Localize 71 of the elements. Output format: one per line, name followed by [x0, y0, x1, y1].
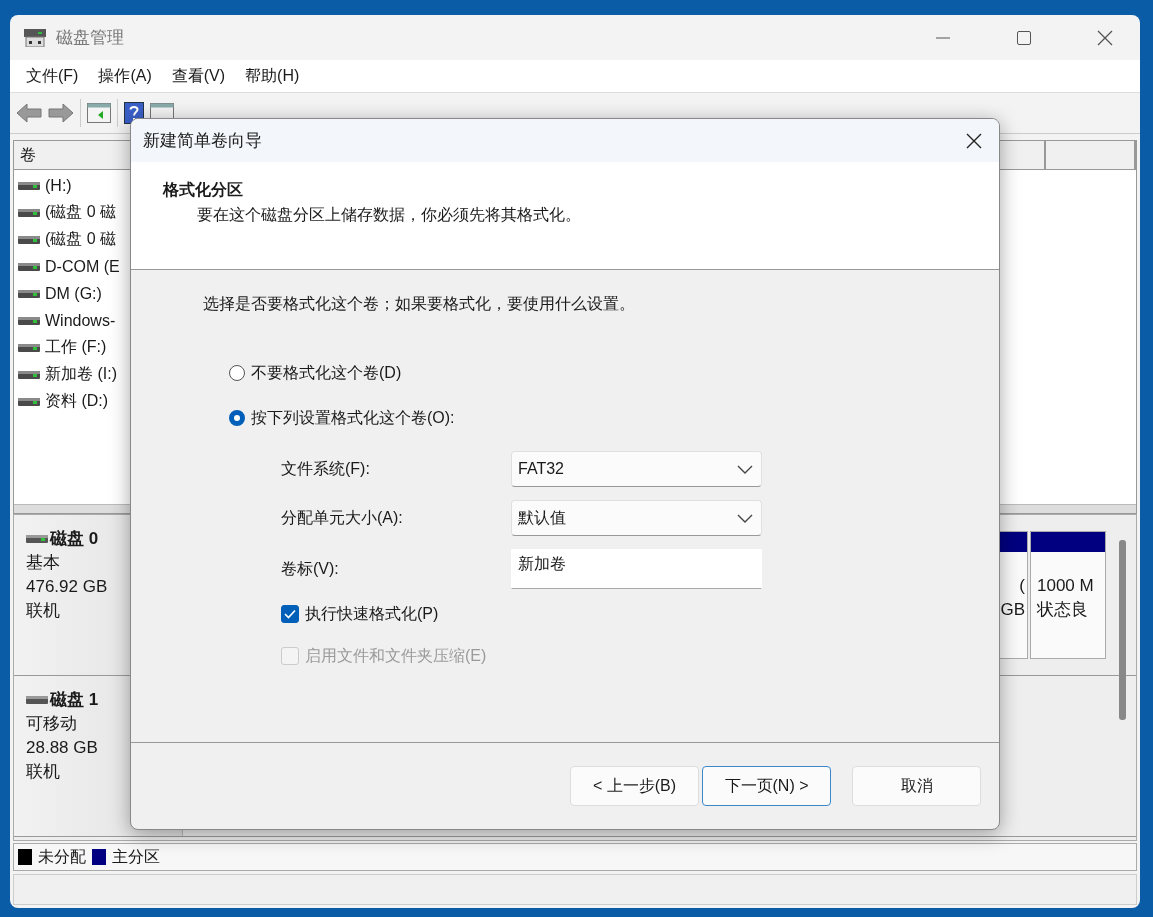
radio-button[interactable]: [229, 365, 245, 381]
dropdown[interactable]: 默认值: [511, 500, 762, 536]
forward-arrow-icon[interactable]: [48, 103, 74, 123]
disk-status: 联机: [26, 761, 61, 783]
volume-name[interactable]: (磁盘 0 磁: [45, 229, 117, 250]
menu-item[interactable]: 帮助(H): [237, 65, 312, 87]
dialog-title: 新建简单卷向导: [143, 130, 263, 152]
partition-text: GB: [1000, 599, 1025, 621]
prompt-text: 选择是否要格式化这个卷；如果要格式化，要使用什么设置。: [203, 294, 636, 314]
field-label: 分配单元大小(A):: [281, 507, 404, 528]
chevron-down-icon: [737, 513, 753, 523]
checkbox-label[interactable]: 执行快速格式化(P): [305, 603, 439, 625]
field-label: 文件系统(F):: [281, 458, 371, 479]
legend-label: 主分区: [112, 846, 160, 867]
wizard-button[interactable]: 取消: [852, 766, 981, 806]
drive-icon: [18, 370, 40, 379]
volume-name[interactable]: 资料 (D:): [45, 391, 109, 412]
partition-text: 1000 M: [1037, 575, 1095, 597]
drive-icon: [18, 181, 40, 190]
volume-name[interactable]: 新加卷 (I:): [45, 364, 117, 385]
volume-name[interactable]: DM (G:): [45, 284, 102, 303]
partition-block[interactable]: 1000 M 状态良: [1030, 531, 1106, 659]
menu-item[interactable]: 文件(F): [18, 65, 91, 87]
wizard-button[interactable]: < 上一步(B): [570, 766, 699, 806]
drive-icon: [18, 235, 40, 244]
text-field[interactable]: 新加卷: [511, 549, 762, 589]
close-icon: [1096, 29, 1113, 46]
disk-size: 28.88 GB: [26, 737, 99, 759]
volume-name[interactable]: 工作 (F:): [45, 337, 107, 358]
drive-icon: [18, 343, 40, 352]
disk-size: 476.92 GB: [26, 576, 109, 598]
legend-label: 未分配: [38, 846, 86, 867]
volume-name[interactable]: Windows-: [45, 311, 116, 330]
partition-text: 状态良: [1037, 599, 1089, 621]
drive-icon: [18, 289, 40, 298]
app-icon: [24, 28, 46, 47]
field-label: 卷标(V):: [281, 558, 340, 579]
disk-type: 基本: [26, 552, 61, 574]
vertical-scrollbar[interactable]: [1119, 540, 1126, 720]
checkbox[interactable]: [281, 605, 299, 623]
volume-name[interactable]: (磁盘 0 磁: [45, 202, 117, 223]
close-icon: [966, 132, 982, 149]
drive-icon: [26, 696, 48, 704]
drive-icon: [18, 397, 40, 406]
partition-text: (: [1018, 575, 1025, 597]
panel-icon[interactable]: [87, 103, 111, 123]
drive-icon: [18, 208, 40, 217]
minimize-icon: [935, 36, 950, 39]
menu-item[interactable]: 查看(V): [163, 65, 238, 87]
maximize-icon: [1016, 30, 1031, 45]
disk-name: 磁盘 1: [50, 689, 99, 711]
radio-button[interactable]: [229, 410, 245, 426]
disk-name: 磁盘 0: [50, 528, 99, 550]
page-subheading: 要在这个磁盘分区上储存数据，你必须先将其格式化。: [196, 205, 582, 225]
menu-item[interactable]: 操作(A): [90, 65, 164, 87]
window-title: 磁盘管理: [56, 27, 125, 49]
chevron-down-icon: [737, 464, 753, 474]
back-arrow-icon[interactable]: [16, 103, 42, 123]
disk-status: 联机: [26, 600, 61, 622]
drive-icon: [18, 262, 40, 271]
volume-name[interactable]: (H:): [45, 176, 72, 195]
dropdown[interactable]: FAT32: [511, 451, 762, 487]
drive-icon: [18, 316, 40, 325]
disk-type: 可移动: [26, 713, 78, 735]
page-heading: 格式化分区: [163, 180, 244, 200]
volume-name[interactable]: D-COM (E: [45, 257, 120, 276]
radio-label[interactable]: 不要格式化这个卷(D): [251, 362, 402, 384]
radio-label[interactable]: 按下列设置格式化这个卷(O):: [251, 407, 455, 429]
wizard-button[interactable]: 下一页(N) >: [702, 766, 831, 806]
check-icon: [284, 609, 296, 619]
drive-icon: [26, 535, 48, 543]
